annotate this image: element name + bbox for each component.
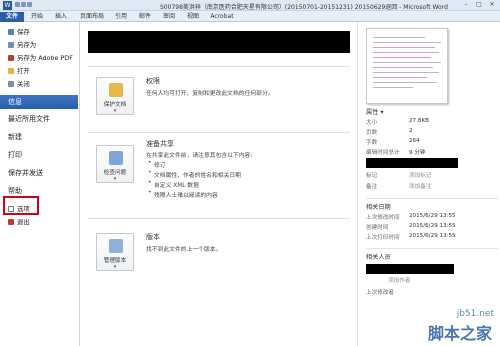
nav-print[interactable]: 打印 [0, 150, 80, 161]
nav-open[interactable]: 打开 [0, 66, 80, 77]
watermark-domain: jb51.net [456, 309, 494, 319]
info-panel: 保护文档 ▾ 权限 任何人均可打开、复制和更改此文档的任何部分。 检查问题 ▾ … [80, 22, 357, 346]
dates-heading: 相关日期 [366, 204, 391, 211]
prepare-description: 在共享此文件前，请注意其包含以下内容: [146, 153, 253, 159]
comments-value[interactable]: 添加备注 [409, 182, 431, 190]
properties-panel: 属性 ▾ 大小 27.8KB 页数 2 字数 264 编辑时间总计 9 分钟 标… [357, 22, 500, 346]
qat-save-icon[interactable] [15, 2, 20, 7]
tags-label: 标记 [366, 173, 378, 179]
add-author-link[interactable]: 添加作者 [388, 276, 410, 284]
printed-value: 2015/6/29 13:55 [409, 233, 456, 239]
nav-close[interactable]: 关闭 [0, 79, 80, 90]
nav-save-as[interactable]: 另存为 [0, 40, 80, 51]
created-value: 2015/6/29 13:55 [409, 223, 456, 229]
versions-heading: 版本 [146, 233, 160, 241]
prepare-bullet-2: 文档属性、作者的姓名和相关日期 [148, 170, 241, 179]
created-label: 创建时间 [366, 225, 389, 231]
maximize-button[interactable]: □ [473, 1, 485, 9]
size-value: 27.8KB [409, 118, 429, 124]
inspect-document-icon [109, 151, 123, 165]
modified-value: 2015/6/29 13:55 [409, 213, 456, 219]
versions-section: 管理版本 ▾ 版本 找不到此文件的上一个版本。 [88, 218, 350, 278]
tab-home[interactable]: 开始 [28, 12, 46, 22]
pages-value: 2 [409, 128, 413, 134]
prepare-heading: 准备共享 [146, 140, 174, 148]
options-highlight-box [3, 196, 39, 215]
tags-value[interactable]: 添加标记 [409, 171, 431, 179]
folder-open-icon [8, 68, 14, 74]
author-redacted [366, 264, 454, 274]
window-controls: – □ ✕ [459, 1, 498, 9]
printed-label: 上次打印时间 [366, 235, 400, 241]
nav-save[interactable]: 保存 [0, 27, 80, 38]
tab-view[interactable]: 视图 [184, 12, 202, 22]
modified-label: 上次修改时间 [366, 215, 400, 221]
tab-references[interactable]: 引用 [112, 12, 130, 22]
save-as-icon [8, 42, 14, 48]
prepare-bullet-4: 残障人士难以阅读的内容 [148, 190, 218, 199]
properties-heading[interactable]: 属性 ▾ [366, 107, 383, 116]
title-bar: W S00798美洪祥（南京医药合肥天星有限公司）(20150701-20151… [0, 0, 500, 11]
size-label: 大小 [366, 120, 378, 126]
watermark-brand: 脚本之家 [427, 324, 492, 343]
close-document-icon [8, 81, 14, 87]
exit-icon [8, 219, 14, 225]
permissions-section: 保护文档 ▾ 权限 任何人均可打开、复制和更改此文档的任何部分。 [88, 66, 350, 126]
versions-icon [109, 239, 123, 253]
prepare-bullet-3: 自定义 XML 数据 [148, 180, 199, 189]
edit-time-label: 编辑时间总计 [366, 150, 400, 156]
nav-new[interactable]: 新建 [0, 132, 80, 143]
tab-acrobat[interactable]: Acrobat [208, 12, 236, 22]
minimize-button[interactable]: – [460, 1, 472, 9]
backstage-nav: 保存 另存为 另存为 Adobe PDF 打开 关闭 信息 最近所用文件 新建 … [0, 22, 80, 346]
protect-document-button[interactable]: 保护文档 ▾ [96, 77, 134, 115]
tab-file[interactable]: 文件 [0, 12, 24, 22]
nav-save-send[interactable]: 保存并发送 [0, 168, 80, 179]
prepare-bullet-1: 修订 [148, 160, 165, 169]
permissions-description: 任何人均可打开、复制和更改此文档的任何部分。 [146, 91, 274, 97]
tab-page-layout[interactable]: 页面布局 [78, 12, 106, 22]
tab-mailings[interactable]: 邮件 [136, 12, 154, 22]
comments-label: 备注 [366, 184, 378, 190]
permissions-heading: 权限 [146, 77, 160, 85]
versions-description: 找不到此文件的上一个版本。 [146, 247, 222, 253]
lock-key-icon [109, 83, 123, 97]
nav-info[interactable]: 信息 [0, 95, 78, 109]
pages-label: 页数 [366, 130, 378, 136]
window-title: S00798美洪祥（南京医药合肥天星有限公司）(20150701-2015123… [160, 4, 448, 11]
quick-access-toolbar[interactable] [15, 2, 33, 9]
manage-versions-button[interactable]: 管理版本 ▾ [96, 233, 134, 271]
pdf-icon [8, 55, 14, 61]
save-icon [8, 29, 14, 35]
word-app-icon[interactable]: W [3, 1, 12, 10]
nav-exit[interactable]: 退出 [0, 217, 80, 228]
document-path-redacted [88, 31, 350, 53]
prepare-section: 检查问题 ▾ 准备共享 在共享此文件前，请注意其包含以下内容: 修订 文档属性、… [88, 132, 350, 210]
ribbon-tabs: 文件 开始 插入 页面布局 引用 邮件 审阅 视图 Acrobat [0, 11, 500, 22]
words-value: 264 [409, 138, 420, 144]
tab-insert[interactable]: 插入 [52, 12, 70, 22]
edit-time-value: 9 分钟 [409, 150, 426, 156]
people-heading: 相关人员 [366, 254, 391, 261]
last-modified-by-label: 上次修改者 [366, 290, 394, 296]
document-thumbnail[interactable] [366, 28, 448, 104]
qat-redo-icon[interactable] [27, 2, 32, 7]
close-button[interactable]: ✕ [486, 1, 498, 9]
qat-undo-icon[interactable] [21, 2, 26, 7]
words-label: 字数 [366, 140, 378, 146]
nav-save-as-pdf[interactable]: 另存为 Adobe PDF [0, 53, 80, 64]
nav-recent[interactable]: 最近所用文件 [0, 114, 80, 125]
check-for-issues-button[interactable]: 检查问题 ▾ [96, 145, 134, 183]
tab-review[interactable]: 审阅 [160, 12, 178, 22]
title-redacted [366, 158, 458, 168]
